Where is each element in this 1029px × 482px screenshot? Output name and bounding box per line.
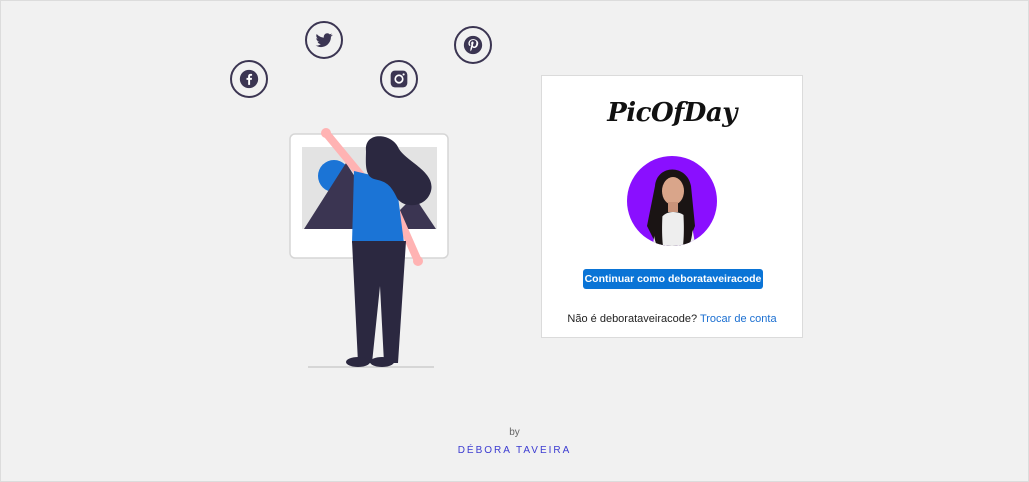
pinterest-icon[interactable]: [454, 26, 492, 64]
footer-by: by: [509, 427, 520, 438]
pinterest-glyph: [463, 35, 483, 55]
twitter-icon[interactable]: [305, 21, 343, 59]
profile-avatar: [627, 156, 717, 246]
twitter-glyph: [315, 33, 333, 48]
app-logo: PicOfDay: [607, 98, 737, 128]
footer-author[interactable]: DÉBORA TAVEIRA: [1, 445, 1028, 456]
instagram-glyph: [390, 70, 408, 88]
facebook-icon[interactable]: [230, 60, 268, 98]
continue-as-button[interactable]: Continuar como deborataveiracode: [583, 269, 763, 289]
profile-photo: [647, 169, 695, 246]
instagram-icon[interactable]: [380, 60, 418, 98]
woman-with-picture-illustration: [286, 121, 456, 371]
not-you-text: Não é deborataveiracode?: [567, 313, 698, 325]
switch-account-line: Não é deborataveiracode? Trocar de conta: [542, 313, 802, 325]
login-card: PicOfDay Continuar como deborataveiracod…: [541, 75, 803, 338]
facebook-glyph: [239, 69, 259, 89]
switch-account-link[interactable]: Trocar de conta: [700, 313, 777, 325]
